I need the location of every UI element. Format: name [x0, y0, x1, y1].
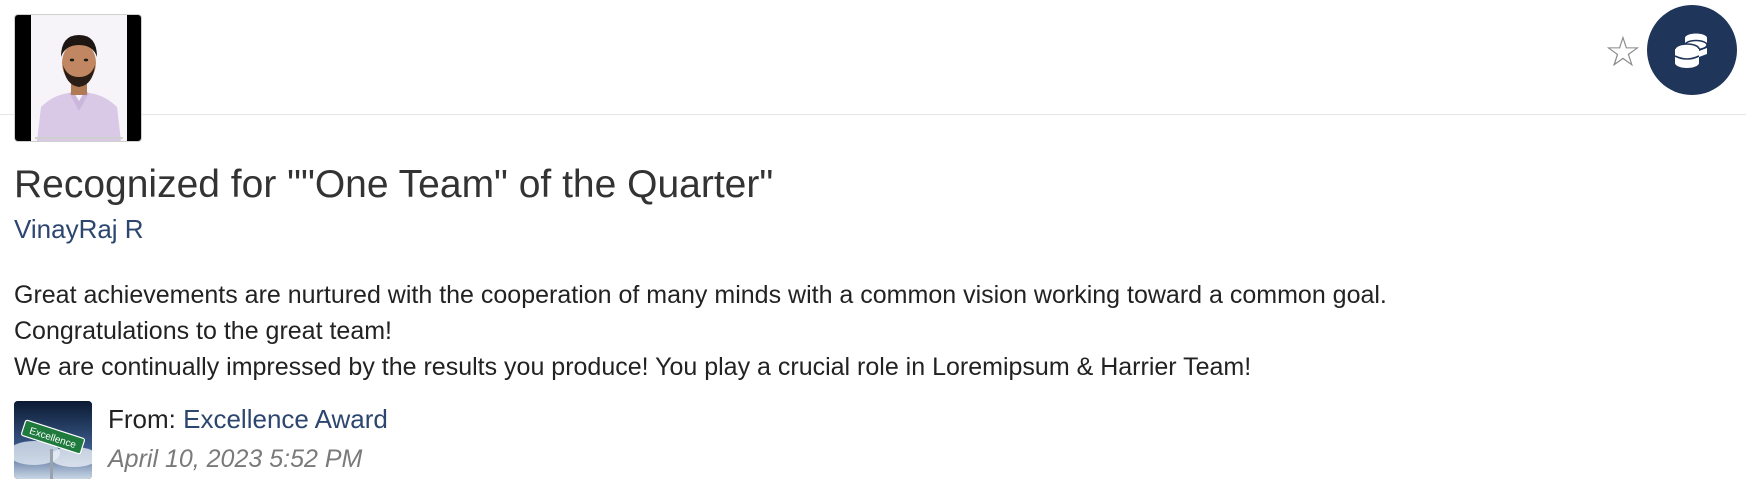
- coins-icon: [1674, 33, 1708, 68]
- recognition-title: Recognized for ""One Team" of the Quarte…: [14, 163, 774, 206]
- card-header: ☆: [0, 0, 1746, 142]
- award-name-link[interactable]: Excellence Award: [183, 404, 388, 434]
- recipient-name-link[interactable]: VinayRaj R: [14, 213, 144, 245]
- message-line: We are continually impressed by the resu…: [14, 353, 1252, 381]
- recognition-timestamp: April 10, 2023 5:52 PM: [108, 445, 363, 473]
- recipient-avatar[interactable]: [14, 14, 142, 142]
- recipient-photo: [31, 15, 127, 141]
- from-label: From:: [108, 404, 176, 434]
- award-sign-image: Excellence: [14, 401, 92, 479]
- message-line: Great achievements are nurtured with the…: [14, 281, 1387, 309]
- award-points-button[interactable]: [1647, 5, 1737, 95]
- recognition-card: ☆ Recognized for ""One Team" of the Quar…: [0, 0, 1746, 494]
- recognition-message: Great achievements are nurtured with the…: [14, 277, 1387, 385]
- from-line: From: Excellence Award: [108, 402, 388, 436]
- award-image[interactable]: Excellence: [14, 401, 92, 479]
- message-line: Congratulations to the great team!: [14, 317, 393, 345]
- favorite-star-icon[interactable]: ☆: [1603, 28, 1643, 76]
